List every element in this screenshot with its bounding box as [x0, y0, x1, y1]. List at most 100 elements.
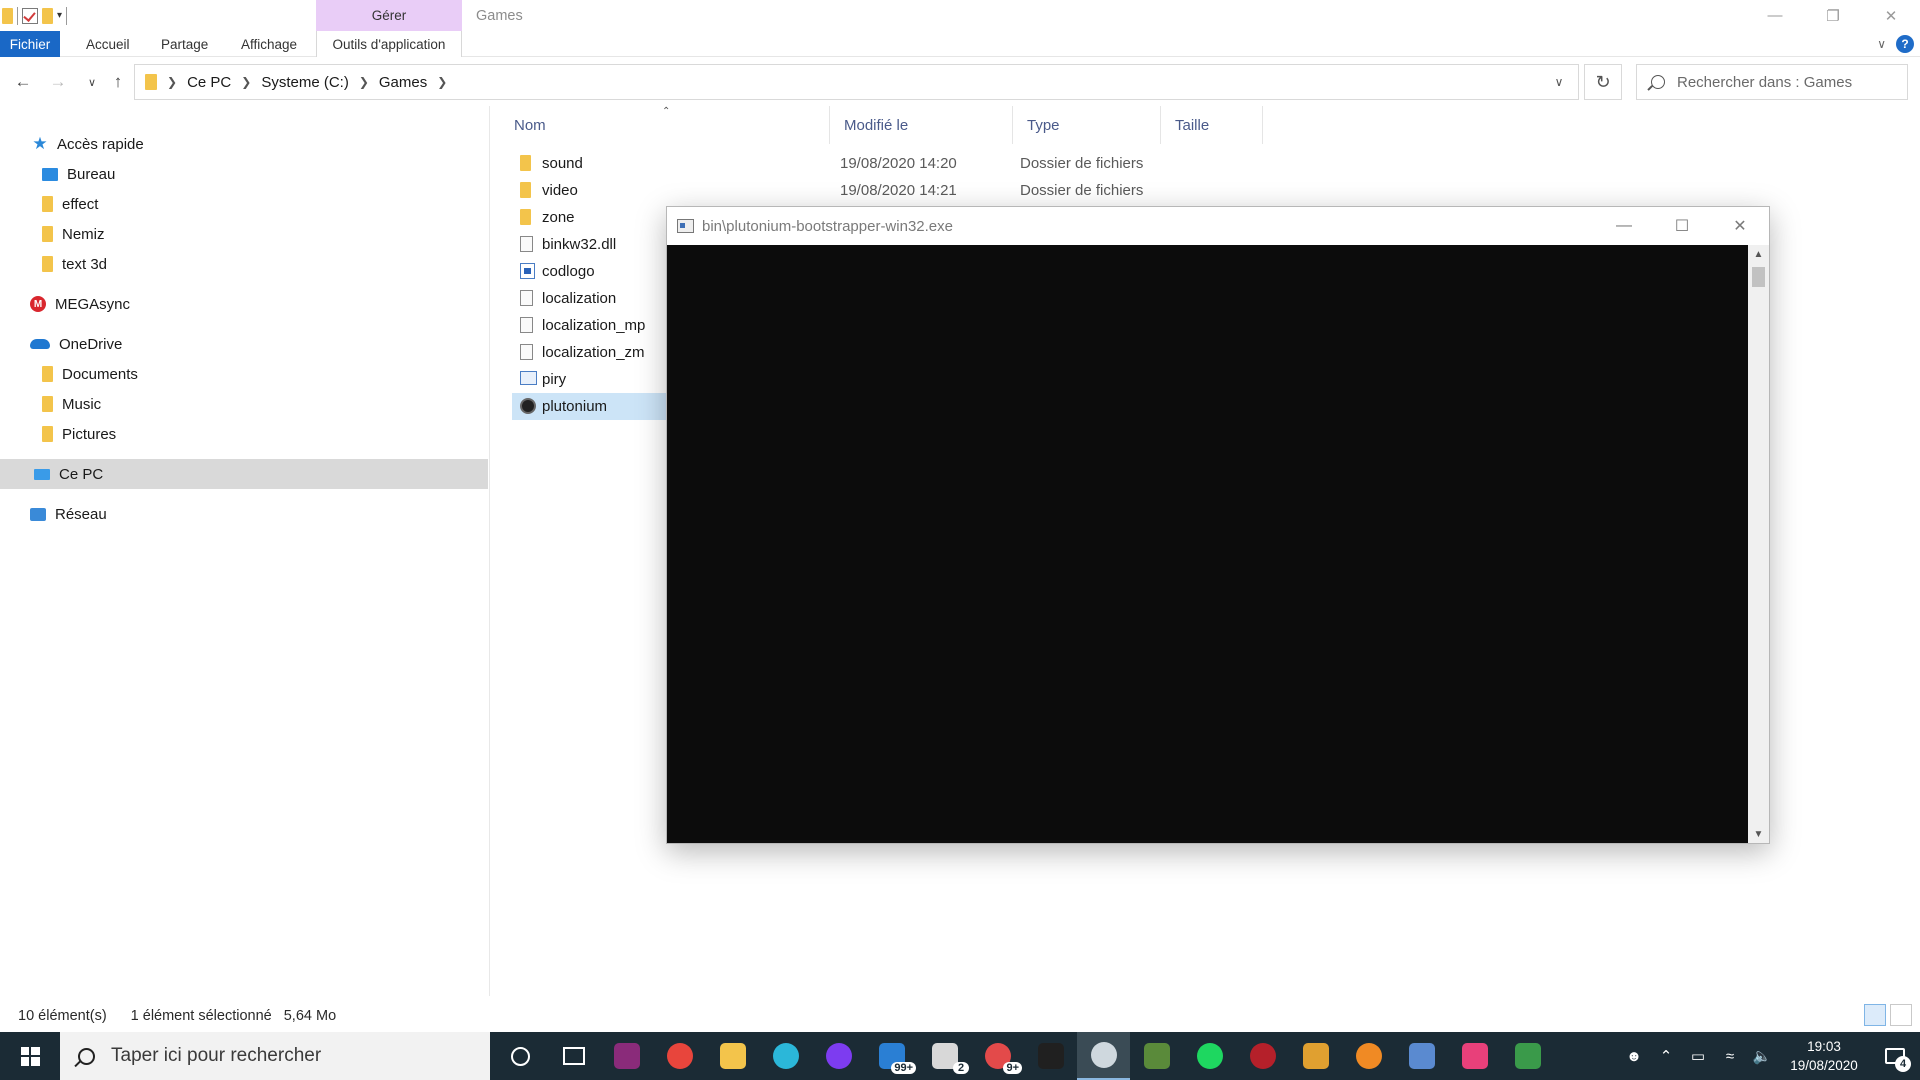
edge-taskbar-button[interactable] — [759, 1032, 812, 1080]
taskbar-search[interactable]: Taper ici pour rechercher — [60, 1032, 490, 1080]
pink-app-taskbar-button[interactable] — [1448, 1032, 1501, 1080]
origin-taskbar-button[interactable] — [1342, 1032, 1395, 1080]
task-view-taskbar-button[interactable] — [547, 1032, 600, 1080]
notification-badge: 9+ — [1003, 1062, 1022, 1074]
chevron-right-icon[interactable]: ❯ — [359, 75, 369, 89]
nav-item-music[interactable]: Music — [42, 389, 101, 419]
nav-item-documents[interactable]: Documents — [42, 359, 138, 389]
large-icons-view-icon[interactable] — [1890, 1004, 1912, 1026]
file-explorer-taskbar-button[interactable] — [706, 1032, 759, 1080]
maximize-button[interactable]: ☐ — [1653, 207, 1711, 245]
refresh-icon[interactable]: ↻ — [1584, 64, 1622, 100]
spotify-taskbar-button[interactable] — [1183, 1032, 1236, 1080]
nav-label: Music — [62, 395, 102, 413]
file-row-selected[interactable]: plutonium — [512, 393, 672, 420]
console-title: bin\plutonium-bootstrapper-win32.exe — [702, 217, 953, 235]
minimize-button[interactable]: — — [1746, 0, 1804, 31]
skull-app-taskbar-button[interactable] — [1024, 1032, 1077, 1080]
close-button[interactable]: ✕ — [1862, 0, 1920, 31]
scroll-up-icon[interactable]: ▲ — [1748, 245, 1769, 263]
column-header-modified[interactable]: Modifié le — [830, 106, 1013, 144]
search-input[interactable]: Rechercher dans : Games — [1636, 64, 1908, 100]
minimize-button[interactable]: — — [1595, 207, 1653, 245]
address-bar[interactable]: ❯ Ce PC ❯ Systeme (C:) ❯ Games ❯ ∨ — [134, 64, 1579, 100]
cortana-taskbar-button[interactable] — [494, 1032, 547, 1080]
folder-icon[interactable] — [2, 7, 13, 24]
file-row[interactable]: localization_zm — [512, 339, 672, 366]
chevron-down-icon[interactable]: ∨ — [1540, 65, 1578, 99]
console-window[interactable]: bin\plutonium-bootstrapper-win32.exe — ☐… — [666, 206, 1770, 844]
minecraft-taskbar-button[interactable] — [1130, 1032, 1183, 1080]
nav-onedrive[interactable]: OneDrive — [30, 329, 122, 359]
clock[interactable]: 19:03 19/08/2020 — [1778, 1037, 1870, 1075]
crumb-games[interactable]: Games — [379, 74, 427, 91]
nav-reseau[interactable]: Réseau — [30, 499, 107, 529]
crumb-ce-pc[interactable]: Ce PC — [187, 74, 231, 91]
column-header-size[interactable]: Taille — [1161, 106, 1263, 144]
start-button[interactable] — [0, 1032, 60, 1080]
expand-ribbon-icon[interactable]: ∨ — [1877, 37, 1886, 51]
nav-item-effect[interactable]: effect — [42, 189, 98, 219]
restore-button[interactable]: ❐ — [1804, 0, 1862, 31]
details-view-icon[interactable] — [1864, 1004, 1886, 1026]
crumb-systeme[interactable]: Systeme (C:) — [261, 74, 349, 91]
file-row[interactable]: video 19/08/2020 14:21 Dossier de fichie… — [512, 177, 1532, 204]
notification-center-button[interactable]: 4 — [1870, 1032, 1920, 1080]
help-icon[interactable]: ? — [1896, 35, 1914, 53]
podcast-taskbar-button[interactable] — [812, 1032, 865, 1080]
file-row[interactable]: zone — [512, 204, 672, 231]
file-row[interactable]: piry — [512, 366, 672, 393]
people-icon[interactable]: ☻ — [1618, 1032, 1650, 1080]
forward-arrow-icon[interactable]: → — [46, 70, 70, 94]
scroll-thumb[interactable] — [1752, 267, 1765, 287]
file-row[interactable]: localization_mp — [512, 312, 672, 339]
item-count: 10 élément(s) — [18, 1008, 107, 1024]
recent-locations-icon[interactable]: ∨ — [80, 70, 104, 94]
tab-outils-application[interactable]: Outils d'application — [316, 31, 462, 57]
tab-partage[interactable]: Partage — [161, 31, 208, 57]
chevron-up-icon[interactable]: ⌃ — [1650, 1032, 1682, 1080]
console-app-taskbar-button[interactable] — [1501, 1032, 1554, 1080]
chevron-right-icon[interactable]: ❯ — [437, 75, 447, 89]
up-arrow-icon[interactable]: ↑ — [106, 70, 130, 94]
file-row[interactable]: binkw32.dll — [512, 231, 672, 258]
nav-item-nemiz[interactable]: Nemiz — [42, 219, 105, 249]
nav-ce-pc[interactable]: Ce PC — [0, 459, 488, 489]
nav-item-pictures[interactable]: Pictures — [42, 419, 116, 449]
windows-logo-icon — [20, 1046, 40, 1066]
battery-icon[interactable]: ▭ — [1682, 1032, 1714, 1080]
chevron-right-icon[interactable]: ❯ — [241, 75, 251, 89]
mail-taskbar-button[interactable]: 99+ — [865, 1032, 918, 1080]
close-button[interactable]: ✕ — [1711, 207, 1769, 245]
stack-taskbar-button[interactable]: 2 — [918, 1032, 971, 1080]
tab-accueil[interactable]: Accueil — [86, 31, 130, 57]
photo-app-taskbar-button[interactable] — [1395, 1032, 1448, 1080]
console-output[interactable] — [667, 245, 1748, 843]
plutonium-app-taskbar-button[interactable] — [1077, 1032, 1130, 1080]
file-row[interactable]: sound 19/08/2020 14:20 Dossier de fichie… — [512, 150, 1532, 177]
scroll-down-icon[interactable]: ▼ — [1748, 825, 1769, 843]
back-arrow-icon[interactable]: ← — [11, 70, 35, 94]
nav-item-text-3d[interactable]: text 3d — [42, 249, 107, 279]
csgo-taskbar-button[interactable] — [1289, 1032, 1342, 1080]
file-row[interactable]: codlogo — [512, 258, 672, 285]
properties-icon[interactable] — [22, 7, 38, 24]
chrome-taskbar-button[interactable] — [653, 1032, 706, 1080]
customize-toolbar-icon[interactable]: ▾ — [57, 10, 62, 21]
tab-fichier[interactable]: Fichier — [0, 31, 60, 57]
nav-quick-access[interactable]: ★ Accès rapide — [32, 129, 143, 159]
chevron-right-icon[interactable]: ❯ — [167, 75, 177, 89]
tab-affichage[interactable]: Affichage — [241, 31, 297, 57]
column-header-type[interactable]: Type — [1013, 106, 1161, 144]
redcircle-taskbar-button[interactable] — [1236, 1032, 1289, 1080]
nav-megasync[interactable]: M MEGAsync — [30, 289, 130, 319]
wifi-icon[interactable]: ≈ — [1714, 1032, 1746, 1080]
file-row[interactable]: localization — [512, 285, 672, 312]
winrar-taskbar-button[interactable] — [600, 1032, 653, 1080]
discord-taskbar-button[interactable]: 9+ — [971, 1032, 1024, 1080]
vertical-scrollbar[interactable]: ▲ ▼ — [1748, 245, 1769, 843]
new-folder-icon[interactable] — [42, 7, 53, 24]
nav-item-bureau[interactable]: Bureau — [42, 159, 115, 189]
taskbar-search-placeholder: Taper ici pour rechercher — [111, 1045, 322, 1066]
volume-icon[interactable]: 🔈 — [1746, 1032, 1778, 1080]
